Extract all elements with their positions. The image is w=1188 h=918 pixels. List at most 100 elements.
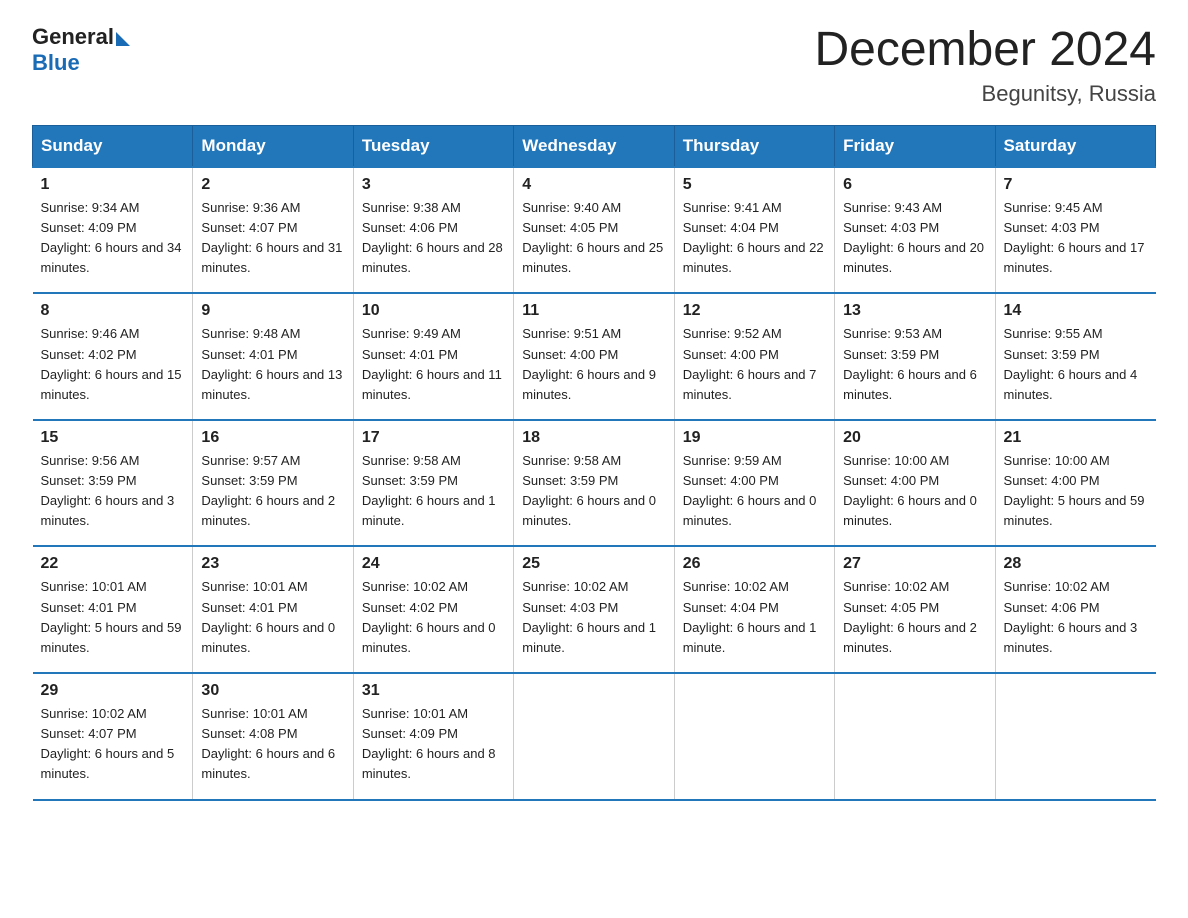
page-header: General Blue December 2024 Begunitsy, Ru… [32,24,1156,107]
calendar-cell: 27 Sunrise: 10:02 AMSunset: 4:05 PMDaylig… [835,546,995,673]
calendar-cell: 26 Sunrise: 10:02 AMSunset: 4:04 PMDaylig… [674,546,834,673]
day-info: Sunrise: 9:41 AMSunset: 4:04 PMDaylight:… [683,198,826,279]
calendar-cell: 25Sunrise: 10:02 AMSunset: 4:03 PMDaylig… [514,546,674,673]
day-number: 12 [683,302,826,320]
day-number: 22 [41,555,185,573]
day-number: 8 [41,302,185,320]
logo-general: General [32,24,114,50]
calendar-cell: 22Sunrise: 10:01 AMSunset: 4:01 PMDaylig… [33,546,193,673]
day-info: Sunrise: 9:58 AMSunset: 3:59 PMDaylight:… [362,451,505,532]
col-saturday: Saturday [995,125,1155,167]
day-number: 30 [201,682,344,700]
day-number: 26 [683,555,826,573]
day-info: Sunrise: 10:01 AMSunset: 4:01 PMDaylight… [201,577,344,658]
day-info: Sunrise: 10:01 AMSunset: 4:09 PMDaylight… [362,704,505,785]
day-info: Sunrise: 10:02 AMSunset: 4:05 PMDaylight… [843,577,986,658]
day-number: 6 [843,176,986,194]
day-number: 14 [1004,302,1148,320]
col-monday: Monday [193,125,353,167]
calendar-cell: 12 Sunrise: 9:52 AMSunset: 4:00 PMDayligh… [674,293,834,420]
calendar-cell: 29 Sunrise: 10:02 AMSunset: 4:07 PMDaylig… [33,673,193,800]
day-info: Sunrise: 10:00 AMSunset: 4:00 PMDaylight… [843,451,986,532]
title-block: December 2024 Begunitsy, Russia [814,24,1156,107]
calendar-cell: 7 Sunrise: 9:45 AMSunset: 4:03 PMDaylight… [995,167,1155,294]
calendar-cell: 16 Sunrise: 9:57 AMSunset: 3:59 PMDayligh… [193,420,353,547]
day-number: 1 [41,176,185,194]
day-info: Sunrise: 10:02 AMSunset: 4:06 PMDaylight… [1004,577,1148,658]
day-number: 15 [41,429,185,447]
calendar-cell: 20Sunrise: 10:00 AMSunset: 4:00 PMDaylig… [835,420,995,547]
day-number: 27 [843,555,986,573]
calendar-cell: 11 Sunrise: 9:51 AMSunset: 4:00 PMDayligh… [514,293,674,420]
col-thursday: Thursday [674,125,834,167]
day-number: 16 [201,429,344,447]
day-number: 10 [362,302,505,320]
calendar-table: Sunday Monday Tuesday Wednesday Thursday… [32,125,1156,801]
calendar-cell [835,673,995,800]
day-number: 3 [362,176,505,194]
calendar-cell: 15Sunrise: 9:56 AMSunset: 3:59 PMDayligh… [33,420,193,547]
calendar-cell [674,673,834,800]
calendar-week-5: 29 Sunrise: 10:02 AMSunset: 4:07 PMDaylig… [33,673,1156,800]
calendar-week-1: 1 Sunrise: 9:34 AMSunset: 4:09 PMDaylight… [33,167,1156,294]
calendar-body: 1 Sunrise: 9:34 AMSunset: 4:09 PMDaylight… [33,167,1156,800]
calendar-cell: 2 Sunrise: 9:36 AMSunset: 4:07 PMDaylight… [193,167,353,294]
day-info: Sunrise: 9:40 AMSunset: 4:05 PMDaylight:… [522,198,665,279]
header-row: Sunday Monday Tuesday Wednesday Thursday… [33,125,1156,167]
calendar-cell: 3Sunrise: 9:38 AMSunset: 4:06 PMDaylight… [353,167,513,294]
day-number: 23 [201,555,344,573]
day-number: 31 [362,682,505,700]
day-info: Sunrise: 9:34 AMSunset: 4:09 PMDaylight:… [41,198,185,279]
col-sunday: Sunday [33,125,193,167]
col-tuesday: Tuesday [353,125,513,167]
day-info: Sunrise: 9:55 AMSunset: 3:59 PMDaylight:… [1004,324,1148,405]
day-number: 2 [201,176,344,194]
day-info: Sunrise: 9:59 AMSunset: 4:00 PMDaylight:… [683,451,826,532]
logo-triangle-icon [116,32,130,46]
day-info: Sunrise: 9:36 AMSunset: 4:07 PMDaylight:… [201,198,344,279]
day-number: 29 [41,682,185,700]
day-info: Sunrise: 10:02 AMSunset: 4:04 PMDaylight… [683,577,826,658]
calendar-cell: 13 Sunrise: 9:53 AMSunset: 3:59 PMDayligh… [835,293,995,420]
calendar-cell: 31 Sunrise: 10:01 AMSunset: 4:09 PMDaylig… [353,673,513,800]
day-info: Sunrise: 9:45 AMSunset: 4:03 PMDaylight:… [1004,198,1148,279]
col-wednesday: Wednesday [514,125,674,167]
day-number: 4 [522,176,665,194]
calendar-cell [995,673,1155,800]
col-friday: Friday [835,125,995,167]
day-info: Sunrise: 10:01 AMSunset: 4:08 PMDaylight… [201,704,344,785]
calendar-cell: 24Sunrise: 10:02 AMSunset: 4:02 PMDaylig… [353,546,513,673]
day-number: 21 [1004,429,1148,447]
day-info: Sunrise: 9:46 AMSunset: 4:02 PMDaylight:… [41,324,185,405]
calendar-cell: 5Sunrise: 9:41 AMSunset: 4:04 PMDaylight… [674,167,834,294]
logo-blue: Blue [32,50,130,76]
day-info: Sunrise: 9:48 AMSunset: 4:01 PMDaylight:… [201,324,344,405]
calendar-cell: 10Sunrise: 9:49 AMSunset: 4:01 PMDayligh… [353,293,513,420]
day-info: Sunrise: 9:51 AMSunset: 4:00 PMDaylight:… [522,324,665,405]
day-info: Sunrise: 9:53 AMSunset: 3:59 PMDaylight:… [843,324,986,405]
calendar-cell: 18 Sunrise: 9:58 AMSunset: 3:59 PMDayligh… [514,420,674,547]
day-number: 11 [522,302,665,320]
day-info: Sunrise: 9:57 AMSunset: 3:59 PMDaylight:… [201,451,344,532]
location-title: Begunitsy, Russia [814,81,1156,107]
calendar-cell: 23 Sunrise: 10:01 AMSunset: 4:01 PMDaylig… [193,546,353,673]
day-info: Sunrise: 10:02 AMSunset: 4:02 PMDaylight… [362,577,505,658]
day-info: Sunrise: 9:58 AMSunset: 3:59 PMDaylight:… [522,451,665,532]
day-info: Sunrise: 10:02 AMSunset: 4:07 PMDaylight… [41,704,185,785]
calendar-cell: 14 Sunrise: 9:55 AMSunset: 3:59 PMDayligh… [995,293,1155,420]
day-info: Sunrise: 9:52 AMSunset: 4:00 PMDaylight:… [683,324,826,405]
calendar-cell: 1 Sunrise: 9:34 AMSunset: 4:09 PMDaylight… [33,167,193,294]
calendar-week-3: 15Sunrise: 9:56 AMSunset: 3:59 PMDayligh… [33,420,1156,547]
day-number: 7 [1004,176,1148,194]
calendar-cell: 19Sunrise: 9:59 AMSunset: 4:00 PMDayligh… [674,420,834,547]
day-number: 28 [1004,555,1148,573]
calendar-cell: 17 Sunrise: 9:58 AMSunset: 3:59 PMDayligh… [353,420,513,547]
calendar-week-2: 8 Sunrise: 9:46 AMSunset: 4:02 PMDaylight… [33,293,1156,420]
day-number: 18 [522,429,665,447]
calendar-header: Sunday Monday Tuesday Wednesday Thursday… [33,125,1156,167]
day-info: Sunrise: 10:02 AMSunset: 4:03 PMDaylight… [522,577,665,658]
day-number: 17 [362,429,505,447]
logo: General Blue [32,24,130,76]
day-number: 13 [843,302,986,320]
day-info: Sunrise: 9:43 AMSunset: 4:03 PMDaylight:… [843,198,986,279]
